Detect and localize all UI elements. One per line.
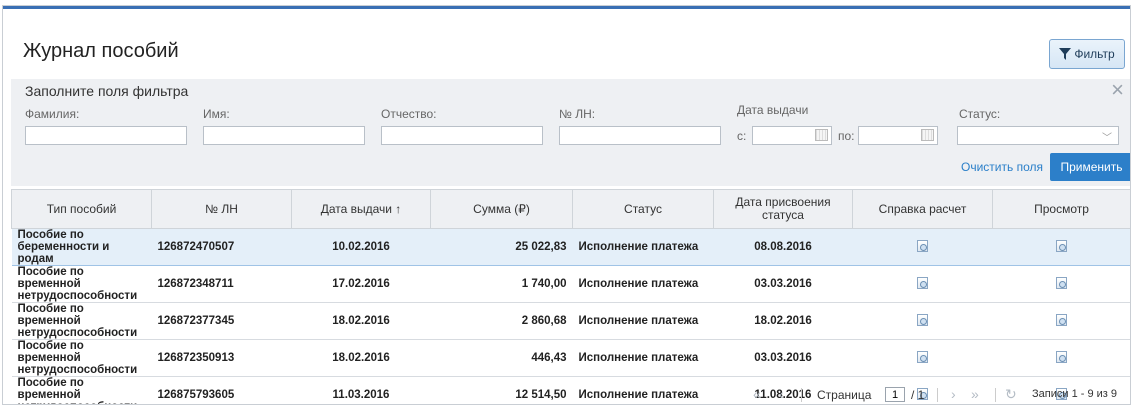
page-label: Страница: [817, 388, 872, 402]
table-row[interactable]: Пособие по временной нетрудоспособности …: [11, 339, 1130, 377]
cell-ln: 126872470507: [151, 228, 292, 266]
last-page-icon[interactable]: »: [971, 386, 979, 402]
close-icon[interactable]: ×: [1111, 79, 1124, 101]
cell-view: [992, 302, 1130, 340]
document-icon[interactable]: [917, 313, 928, 326]
col-header-ln[interactable]: № ЛН: [151, 189, 292, 229]
document-icon[interactable]: [1056, 350, 1067, 363]
col-header-issue-date[interactable]: Дата выдачи ↑: [291, 189, 431, 229]
document-icon[interactable]: [1056, 239, 1067, 252]
pagination: « ‹ Страница / 1 › » ↻ Записи 1 - 9 из 9: [11, 386, 1130, 404]
benefits-journal-window: Журнал пособий Фильтр Заполните поля фил…: [2, 5, 1131, 405]
document-icon[interactable]: [1056, 276, 1067, 289]
refresh-icon[interactable]: ↻: [1005, 386, 1017, 403]
filter-button[interactable]: Фильтр: [1049, 39, 1125, 69]
cell-issue-date: 10.02.2016: [291, 228, 431, 266]
status-select[interactable]: ﹀: [957, 126, 1119, 145]
date-to-label: по:: [838, 129, 855, 143]
cell-calc: [852, 302, 993, 340]
table-row[interactable]: Пособие по беременности и родам 12687247…: [11, 228, 1130, 266]
ln-number-label: № ЛН:: [559, 107, 596, 121]
cell-type: Пособие по временной нетрудоспособности: [11, 265, 152, 303]
col-header-type[interactable]: Тип пособий: [11, 189, 152, 229]
filter-panel-title: Заполните поля фильтра: [25, 83, 189, 99]
middle-name-label: Отчество:: [381, 107, 437, 121]
clear-fields-link[interactable]: Очистить поля: [961, 160, 1043, 174]
page-number-input[interactable]: [885, 387, 905, 402]
status-label: Статус:: [959, 107, 1001, 121]
first-name-label: Имя:: [203, 107, 230, 121]
cell-status-date: 08.08.2016: [713, 228, 853, 266]
cell-status: Исполнение платежа: [572, 302, 714, 340]
col-header-sum[interactable]: Сумма (₽): [430, 189, 573, 229]
col-header-calc: Справка расчет: [852, 189, 993, 229]
document-icon[interactable]: [917, 350, 928, 363]
last-name-label: Фамилия:: [25, 107, 80, 121]
prev-page-icon[interactable]: ‹: [779, 386, 784, 402]
cell-sum: 25 022,83: [430, 228, 573, 266]
date-from-input[interactable]: [752, 126, 832, 145]
chevron-down-icon: ﹀: [1102, 133, 1112, 144]
document-icon[interactable]: [917, 276, 928, 289]
apply-button[interactable]: Применить: [1050, 153, 1130, 181]
pager-separator: [937, 388, 938, 402]
col-header-status[interactable]: Статус: [572, 189, 714, 229]
filter-icon: [1059, 48, 1072, 60]
cell-type: Пособие по временной нетрудоспособности: [11, 302, 152, 340]
cell-issue-date: 18.02.2016: [291, 302, 431, 340]
col-header-status-date[interactable]: Дата присвоения статуса: [713, 189, 853, 229]
page-title: Журнал пособий: [23, 40, 179, 62]
cell-view: [992, 339, 1130, 377]
pager-separator: [995, 388, 996, 402]
cell-view: [992, 265, 1130, 303]
cell-calc: [852, 228, 993, 266]
cell-status-date: 03.03.2016: [713, 265, 853, 303]
document-icon[interactable]: [917, 239, 928, 252]
table-header-row: Тип пособий № ЛН Дата выдачи ↑ Сумма (₽)…: [11, 189, 1130, 229]
cell-ln: 126872348711: [151, 265, 292, 303]
cell-status: Исполнение платежа: [572, 339, 714, 377]
cell-issue-date: 17.02.2016: [291, 265, 431, 303]
cell-status-date: 18.02.2016: [713, 302, 853, 340]
document-icon[interactable]: [1056, 313, 1067, 326]
issue-date-label: Дата выдачи: [737, 103, 809, 117]
table-row[interactable]: Пособие по временной нетрудоспособности …: [11, 302, 1130, 340]
cell-ln: 126872377345: [151, 302, 292, 340]
filter-button-label: Фильтр: [1074, 47, 1115, 61]
cell-issue-date: 18.02.2016: [291, 339, 431, 377]
first-page-icon[interactable]: «: [753, 386, 761, 402]
calendar-icon[interactable]: [921, 129, 934, 141]
benefits-table: Тип пособий № ЛН Дата выдачи ↑ Сумма (₽)…: [11, 189, 1130, 404]
records-count: Записи 1 - 9 из 9: [1032, 388, 1117, 400]
cell-status: Исполнение платежа: [572, 228, 714, 266]
first-name-input[interactable]: [203, 126, 365, 145]
col-header-view: Просмотр: [992, 189, 1130, 229]
total-pages: / 1: [911, 388, 925, 402]
cell-sum: 2 860,68: [430, 302, 573, 340]
table-row[interactable]: Пособие по временной нетрудоспособности …: [11, 265, 1130, 303]
date-from-label: с:: [737, 129, 747, 143]
date-to-input[interactable]: [858, 126, 938, 145]
calendar-icon[interactable]: [815, 129, 828, 141]
cell-status-date: 03.03.2016: [713, 339, 853, 377]
cell-status: Исполнение платежа: [572, 265, 714, 303]
ln-number-input[interactable]: [559, 126, 721, 145]
cell-type: Пособие по временной нетрудоспособности: [11, 339, 152, 377]
cell-calc: [852, 265, 993, 303]
middle-name-input[interactable]: [381, 126, 543, 145]
next-page-icon[interactable]: ›: [951, 386, 956, 402]
cell-calc: [852, 339, 993, 377]
cell-type: Пособие по беременности и родам: [11, 228, 152, 266]
last-name-input[interactable]: [25, 126, 187, 145]
cell-sum: 1 740,00: [430, 265, 573, 303]
cell-view: [992, 228, 1130, 266]
pager-separator: [801, 388, 802, 402]
cell-sum: 446,43: [430, 339, 573, 377]
top-accent-line: [3, 6, 1130, 9]
cell-ln: 126872350913: [151, 339, 292, 377]
filter-panel: Заполните поля фильтра × Фамилия: Имя: О…: [11, 79, 1130, 186]
